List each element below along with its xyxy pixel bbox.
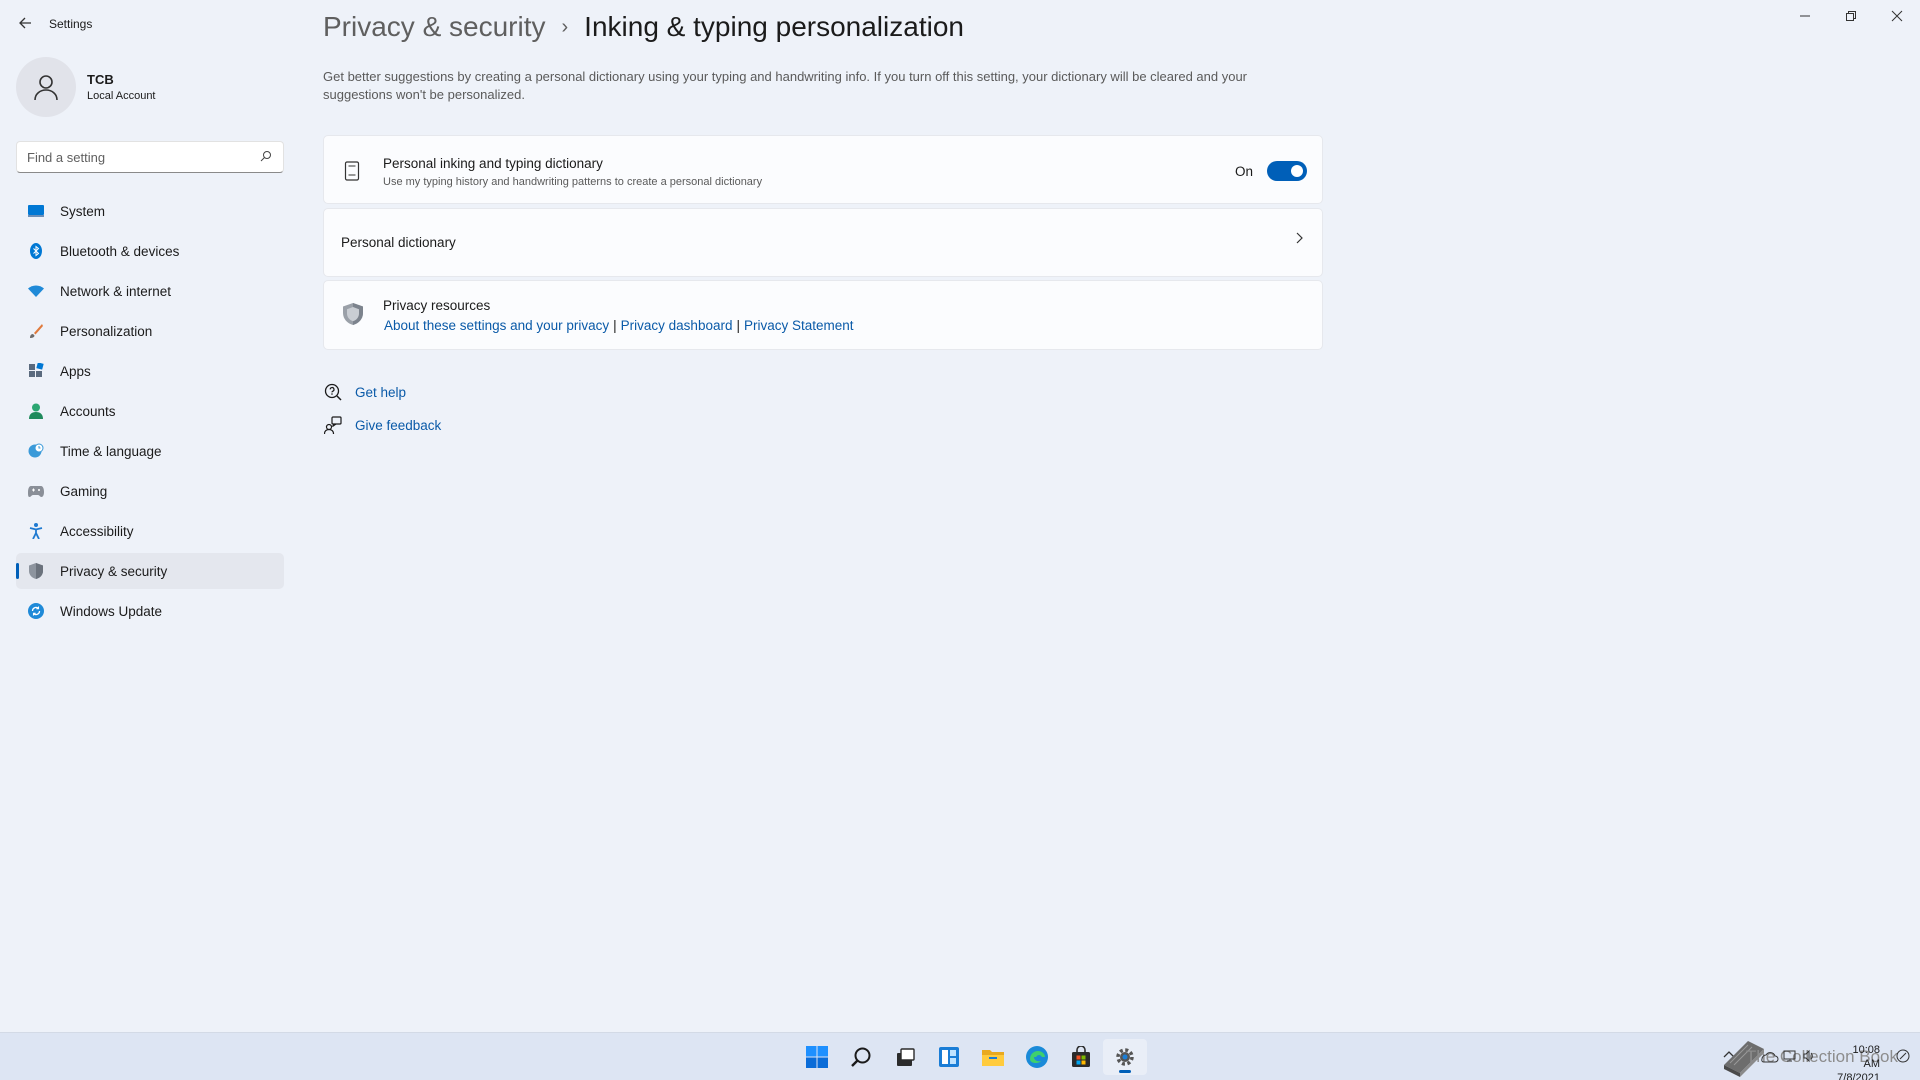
minimize-icon	[1800, 15, 1810, 17]
sidebar-item-gaming[interactable]: Gaming	[16, 473, 284, 509]
breadcrumb-parent-link[interactable]: Privacy & security	[323, 11, 546, 43]
widgets-icon[interactable]	[927, 1039, 971, 1075]
app-title: Settings	[49, 17, 93, 31]
edge-icon[interactable]	[1015, 1039, 1059, 1075]
accessibility-icon	[28, 523, 44, 539]
about-settings-privacy-link[interactable]: About these settings and your privacy	[384, 318, 609, 333]
sidebar-item-label: Bluetooth & devices	[60, 243, 180, 259]
dictionary-setting-subtitle: Use my typing history and handwriting pa…	[383, 176, 763, 188]
system-icon	[28, 203, 44, 219]
person-icon	[28, 403, 44, 419]
privacy-resources-card: Privacy resources About these settings a…	[323, 280, 1323, 350]
personal-dictionary-title: Personal dictionary	[341, 235, 456, 250]
search-input[interactable]	[17, 149, 247, 165]
gamepad-icon	[28, 483, 44, 499]
dictionary-setting-card: Personal inking and typing dictionary Us…	[323, 135, 1323, 204]
user-name: TCB	[87, 72, 114, 87]
sidebar-item-time-language[interactable]: Time & language	[16, 433, 284, 469]
sidebar-item-bluetooth[interactable]: Bluetooth & devices	[16, 233, 284, 269]
clock[interactable]: 10:08 AM 7/8/2021	[1837, 1043, 1880, 1080]
search-icon[interactable]	[260, 150, 272, 165]
brush-icon	[28, 323, 44, 339]
chevron-right-icon	[1294, 231, 1304, 250]
dictionary-setting-title: Personal inking and typing dictionary	[383, 156, 603, 171]
give-feedback-link[interactable]: Give feedback	[323, 415, 441, 435]
link-separator: |	[613, 318, 617, 333]
sidebar-item-label: Personalization	[60, 323, 153, 339]
toggle-state-label: On	[1234, 164, 1253, 179]
clock-time: 10:08 AM	[1852, 1044, 1880, 1070]
privacy-resources-title: Privacy resources	[383, 298, 491, 313]
sidebar-item-label: Time & language	[60, 443, 162, 459]
sidebar-item-apps[interactable]: Apps	[16, 353, 284, 389]
update-icon	[28, 603, 44, 619]
globe-clock-icon	[28, 443, 44, 459]
user-account-type: Local Account	[87, 90, 156, 102]
privacy-statement-link[interactable]: Privacy Statement	[744, 318, 854, 333]
sidebar-item-network[interactable]: Network & internet	[16, 273, 284, 309]
network-volume-icon[interactable]	[1760, 1049, 1820, 1066]
sidebar-item-system[interactable]: System	[16, 193, 284, 229]
sidebar-item-label: Windows Update	[60, 603, 163, 619]
sidebar-item-accounts[interactable]: Accounts	[16, 393, 284, 429]
search-icon[interactable]	[839, 1039, 883, 1075]
feedback-icon	[323, 415, 343, 435]
sidebar: TCB Local Account System Bluetooth & dev…	[0, 48, 290, 1028]
sidebar-nav: System Bluetooth & devices Network & int…	[16, 193, 284, 633]
back-button[interactable]	[14, 12, 36, 34]
privacy-links: About these settings and your privacy | …	[384, 318, 854, 333]
sidebar-item-label: System	[60, 203, 106, 219]
personal-dictionary-card[interactable]: Personal dictionary	[323, 208, 1323, 277]
file-explorer-icon[interactable]	[971, 1039, 1015, 1075]
person-icon	[34, 75, 58, 101]
sidebar-item-label: Network & internet	[60, 283, 172, 299]
store-icon[interactable]	[1059, 1039, 1103, 1075]
settings-icon[interactable]	[1103, 1039, 1147, 1075]
sidebar-item-personalization[interactable]: Personalization	[16, 313, 284, 349]
sidebar-item-label: Accessibility	[60, 523, 134, 539]
user-profile[interactable]: TCB Local Account	[16, 57, 156, 117]
sidebar-item-label: Apps	[60, 363, 91, 379]
search-box	[16, 141, 284, 173]
taskbar: The Collection Book 10:08 AM 7/8/2021	[0, 1032, 1920, 1080]
link-separator: |	[736, 318, 740, 333]
close-button[interactable]	[1874, 0, 1920, 32]
sidebar-item-label: Privacy & security	[60, 563, 168, 579]
breadcrumb-separator-icon: ›	[561, 15, 569, 38]
help-icon	[323, 382, 343, 402]
page-description: Get better suggestions by creating a per…	[323, 69, 1248, 102]
shield-icon	[28, 563, 44, 579]
wifi-icon	[28, 283, 44, 299]
page-title: Inking & typing personalization	[584, 11, 964, 42]
restore-icon	[1846, 11, 1856, 21]
sidebar-item-windows-update[interactable]: Windows Update	[16, 593, 284, 629]
notifications-icon[interactable]	[1896, 1049, 1910, 1066]
privacy-dashboard-link[interactable]: Privacy dashboard	[621, 318, 733, 333]
window-controls	[1782, 0, 1920, 32]
sidebar-item-label: Accounts	[60, 403, 116, 419]
get-help-label: Get help	[355, 384, 407, 400]
arrow-left-icon	[19, 17, 31, 29]
avatar	[16, 57, 76, 117]
get-help-link[interactable]: Get help	[323, 382, 406, 402]
breadcrumb: Privacy & security › Inking & typing per…	[323, 11, 964, 43]
toggle-knob	[1291, 165, 1303, 177]
sidebar-item-label: Gaming	[60, 483, 108, 499]
apps-icon	[28, 363, 44, 379]
dictionary-toggle[interactable]	[1267, 161, 1307, 181]
give-feedback-label: Give feedback	[355, 417, 442, 433]
start-icon[interactable]	[795, 1039, 839, 1075]
restore-button[interactable]	[1828, 0, 1874, 32]
close-icon	[1891, 10, 1903, 22]
dictionary-icon	[342, 160, 362, 182]
bluetooth-icon	[28, 243, 44, 259]
sidebar-item-accessibility[interactable]: Accessibility	[16, 513, 284, 549]
shield-icon	[342, 303, 364, 325]
sidebar-item-privacy-security[interactable]: Privacy & security	[16, 553, 284, 589]
minimize-button[interactable]	[1782, 0, 1828, 32]
taskbar-apps	[795, 1039, 1147, 1075]
clock-date: 7/8/2021	[1837, 1072, 1880, 1080]
task-view-icon[interactable]	[883, 1039, 927, 1075]
